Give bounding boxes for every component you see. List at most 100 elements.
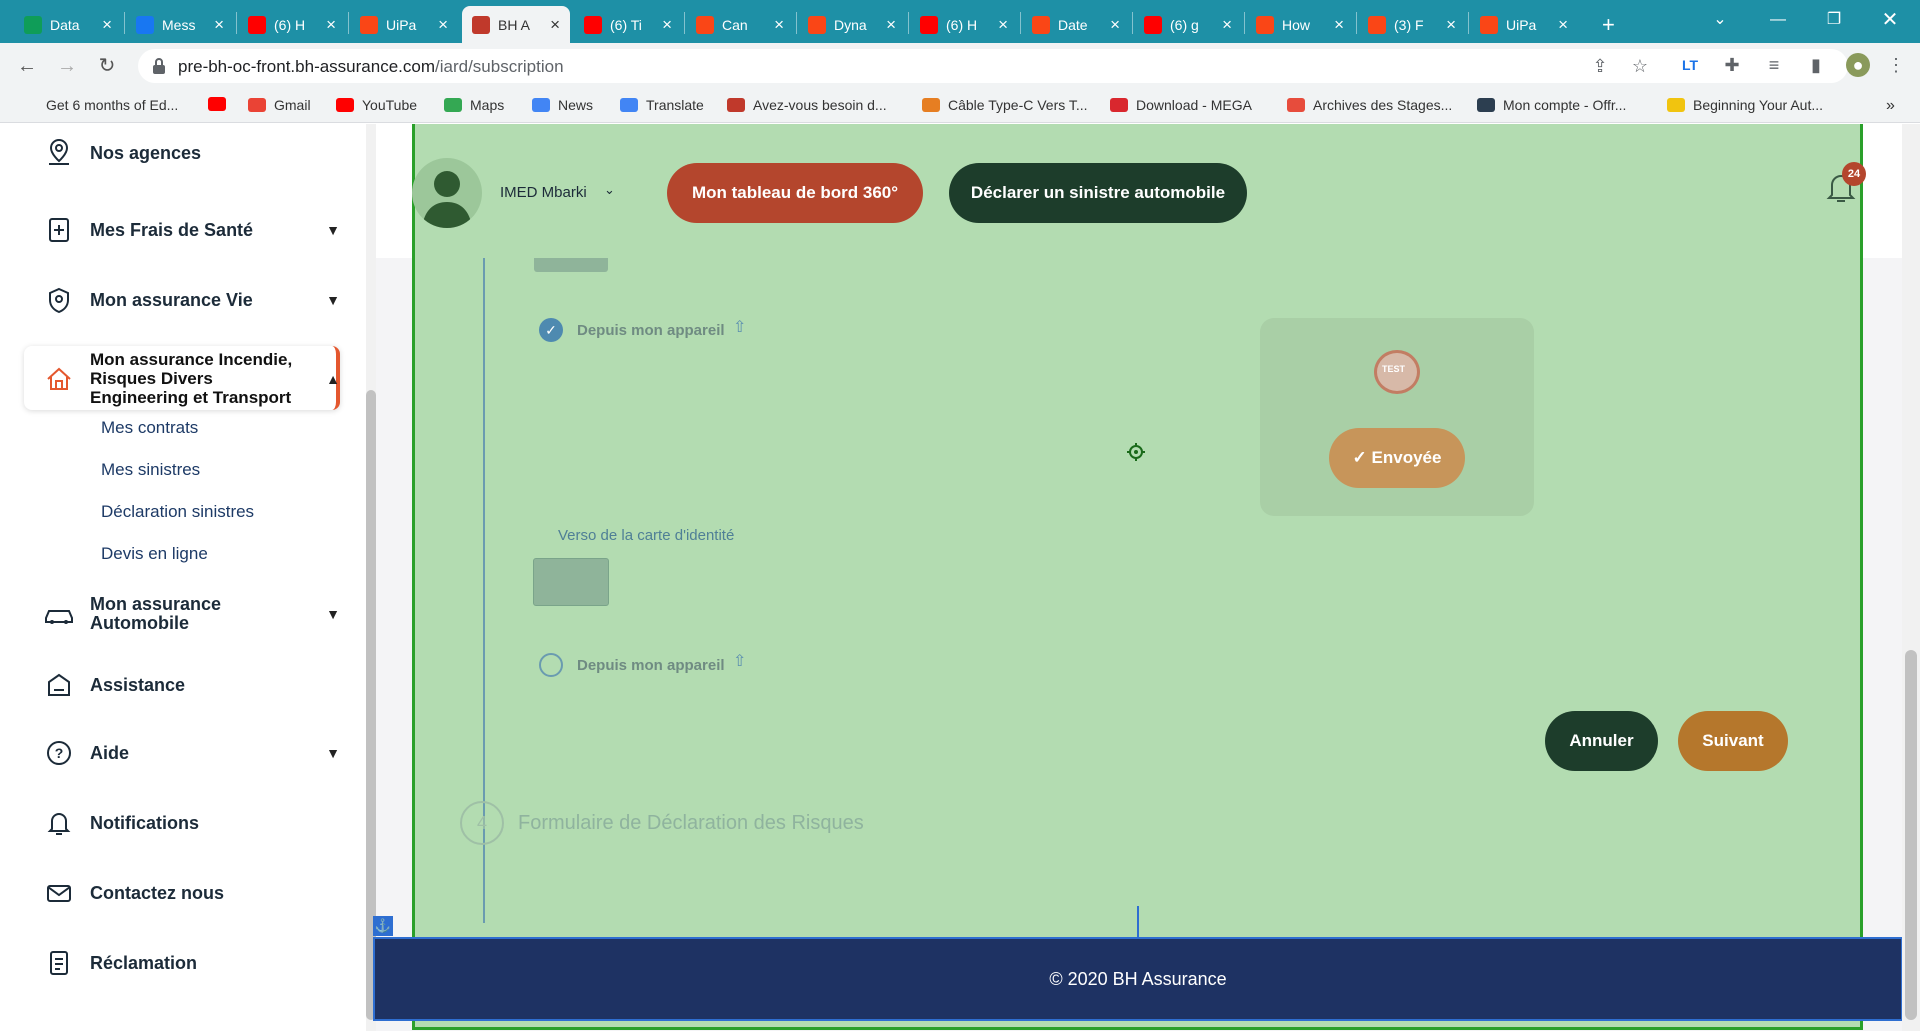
sidebar-item-incendie[interactable]: Mon assurance Incendie, Risques Divers E…: [42, 350, 340, 407]
close-tab-icon[interactable]: ×: [774, 15, 784, 35]
browser-tab[interactable]: Data ×: [14, 6, 122, 43]
sidebar-item-notifications[interactable]: Notifications: [42, 806, 199, 840]
back-arrow-icon[interactable]: ←: [14, 53, 40, 79]
browser-tab[interactable]: (3) F ×: [1358, 6, 1466, 43]
close-tab-icon[interactable]: ×: [1446, 15, 1456, 35]
bookmark-item[interactable]: YouTube: [336, 97, 417, 113]
sidebar-item-assistance[interactable]: Assistance: [42, 668, 185, 702]
upload-icon[interactable]: ⇧: [733, 651, 746, 671]
sidebar-item-assurance-vie[interactable]: Mon assurance Vie ▼: [42, 283, 340, 317]
declare-car-claim-button[interactable]: Déclarer un sinistre automobile: [949, 163, 1247, 223]
extension-lt-icon[interactable]: LT: [1678, 53, 1702, 77]
tab-separator: [1356, 12, 1357, 34]
verso-upload-label[interactable]: Depuis mon appareil: [577, 657, 725, 674]
sidebar-item-automobile[interactable]: Mon assurance Automobile ▼: [42, 595, 340, 633]
verso-thumbnail: [533, 558, 609, 606]
recto-upload-label[interactable]: Depuis mon appareil: [577, 322, 725, 339]
bookmark-item[interactable]: Câble Type-C Vers T...: [922, 97, 1088, 113]
reload-icon[interactable]: ↻: [94, 53, 120, 79]
tab-search-chevron-icon[interactable]: ⌄: [1698, 6, 1742, 34]
bookmark-item[interactable]: Avez-vous besoin d...: [727, 97, 887, 113]
restore-window-button[interactable]: ❐: [1812, 6, 1856, 34]
bookmark-item[interactable]: Archives des Stages...: [1287, 97, 1452, 113]
page-scrollbar-thumb[interactable]: [1905, 650, 1917, 1020]
user-menu-chevron-icon[interactable]: ⌄: [604, 182, 615, 198]
close-tab-icon[interactable]: ×: [550, 15, 560, 35]
browser-tab[interactable]: Dyna ×: [798, 6, 906, 43]
close-tab-icon[interactable]: ×: [1222, 15, 1232, 35]
browser-tab[interactable]: (6) H ×: [910, 6, 1018, 43]
browser-tab[interactable]: (6) g ×: [1134, 6, 1242, 43]
anchor-icon[interactable]: ⚓: [373, 916, 393, 936]
bookmark-item[interactable]: Beginning Your Aut...: [1667, 97, 1823, 113]
close-window-button[interactable]: ✕: [1868, 6, 1912, 34]
dashboard-360-button[interactable]: Mon tableau de bord 360°: [667, 163, 923, 223]
sidebar-item-label: Assistance: [90, 674, 186, 695]
share-icon[interactable]: ⇪: [1588, 54, 1612, 78]
recto-upload-checkbox[interactable]: ✓: [539, 318, 563, 342]
new-tab-button[interactable]: +: [1596, 6, 1630, 43]
sidebar-item-nos-agences[interactable]: Nos agences: [42, 136, 201, 170]
media-control-icon[interactable]: ≡: [1762, 53, 1786, 77]
bookmark-item[interactable]: [208, 97, 234, 111]
browser-tab[interactable]: (6) H ×: [238, 6, 346, 43]
browser-tab[interactable]: UiPa ×: [1470, 6, 1578, 43]
close-tab-icon[interactable]: ×: [438, 15, 448, 35]
sidebar-item-reclamation[interactable]: Réclamation: [42, 946, 197, 980]
youtube-icon: [248, 15, 266, 34]
tab-separator: [124, 12, 125, 34]
sidebar-subitem-mes-contrats[interactable]: Mes contrats: [101, 418, 198, 438]
chevron-down-icon: ▼: [326, 292, 340, 308]
browser-tab[interactable]: (6) Ti ×: [574, 6, 682, 43]
bookmark-item[interactable]: News: [532, 97, 593, 113]
minimize-window-button[interactable]: —: [1756, 6, 1800, 34]
user-name[interactable]: IMED Mbarki: [500, 184, 587, 201]
browser-tab[interactable]: How ×: [1246, 6, 1354, 43]
close-tab-icon[interactable]: ×: [102, 15, 112, 35]
forward-arrow-icon[interactable]: →: [54, 53, 80, 79]
browser-tab[interactable]: Can ×: [686, 6, 794, 43]
bookmark-star-icon[interactable]: ☆: [1628, 54, 1652, 78]
browser-tab-title: How: [1282, 16, 1311, 33]
browser-tab[interactable]: BH A ×: [462, 6, 570, 43]
close-tab-icon[interactable]: ×: [1334, 15, 1344, 35]
more-bookmarks-button[interactable]: »: [1886, 97, 1895, 115]
address-bar[interactable]: pre-bh-oc-front.bh-assurance.com/iard/su…: [138, 49, 1848, 83]
sidebar-subitem-declaration-sinistres[interactable]: Déclaration sinistres: [101, 502, 254, 522]
life-insurance-icon: [42, 283, 76, 317]
browser-tab[interactable]: UiPa ×: [350, 6, 458, 43]
sidebar-subitem-devis-en-ligne[interactable]: Devis en ligne: [101, 544, 208, 564]
close-tab-icon[interactable]: ×: [1110, 15, 1120, 35]
browser-tab[interactable]: Date ×: [1022, 6, 1130, 43]
bookmark-item[interactable]: Download - MEGA: [1110, 97, 1252, 113]
bookmark-item[interactable]: Translate: [620, 97, 704, 113]
upload-icon[interactable]: ⇧: [733, 317, 746, 337]
sent-status-button[interactable]: ✓ Envoyée: [1329, 428, 1465, 488]
close-tab-icon[interactable]: ×: [886, 15, 896, 35]
bookmark-label: Gmail: [274, 97, 311, 113]
bookmark-item[interactable]: Mon compte - Offr...: [1477, 97, 1626, 113]
extensions-puzzle-icon[interactable]: ✚: [1720, 53, 1744, 77]
avatar[interactable]: [412, 158, 482, 228]
bookmark-item[interactable]: Maps: [444, 97, 504, 113]
side-panel-icon[interactable]: ▮: [1804, 53, 1828, 77]
house-icon: [42, 362, 76, 396]
close-tab-icon[interactable]: ×: [998, 15, 1008, 35]
profile-avatar-icon[interactable]: ●: [1846, 53, 1870, 77]
sidebar-subitem-mes-sinistres[interactable]: Mes sinistres: [101, 460, 200, 480]
cancel-button[interactable]: Annuler: [1545, 711, 1658, 771]
browser-menu-icon[interactable]: ⋮: [1884, 53, 1908, 77]
sidebar-item-aide[interactable]: ? Aide ▼: [42, 736, 340, 770]
bookmark-item[interactable]: Gmail: [248, 97, 311, 113]
sidebar-item-contactez-nous[interactable]: Contactez nous: [42, 876, 224, 910]
sidebar-item-frais-sante[interactable]: Mes Frais de Santé ▼: [42, 213, 340, 247]
bookmark-item[interactable]: Get 6 months of Ed...: [46, 97, 178, 113]
close-tab-icon[interactable]: ×: [326, 15, 336, 35]
next-button[interactable]: Suivant: [1678, 711, 1788, 771]
close-tab-icon[interactable]: ×: [662, 15, 672, 35]
mega-icon: [1110, 98, 1128, 112]
verso-upload-radio[interactable]: [539, 653, 563, 677]
browser-tab[interactable]: Mess ×: [126, 6, 234, 43]
close-tab-icon[interactable]: ×: [214, 15, 224, 35]
close-tab-icon[interactable]: ×: [1558, 15, 1568, 35]
